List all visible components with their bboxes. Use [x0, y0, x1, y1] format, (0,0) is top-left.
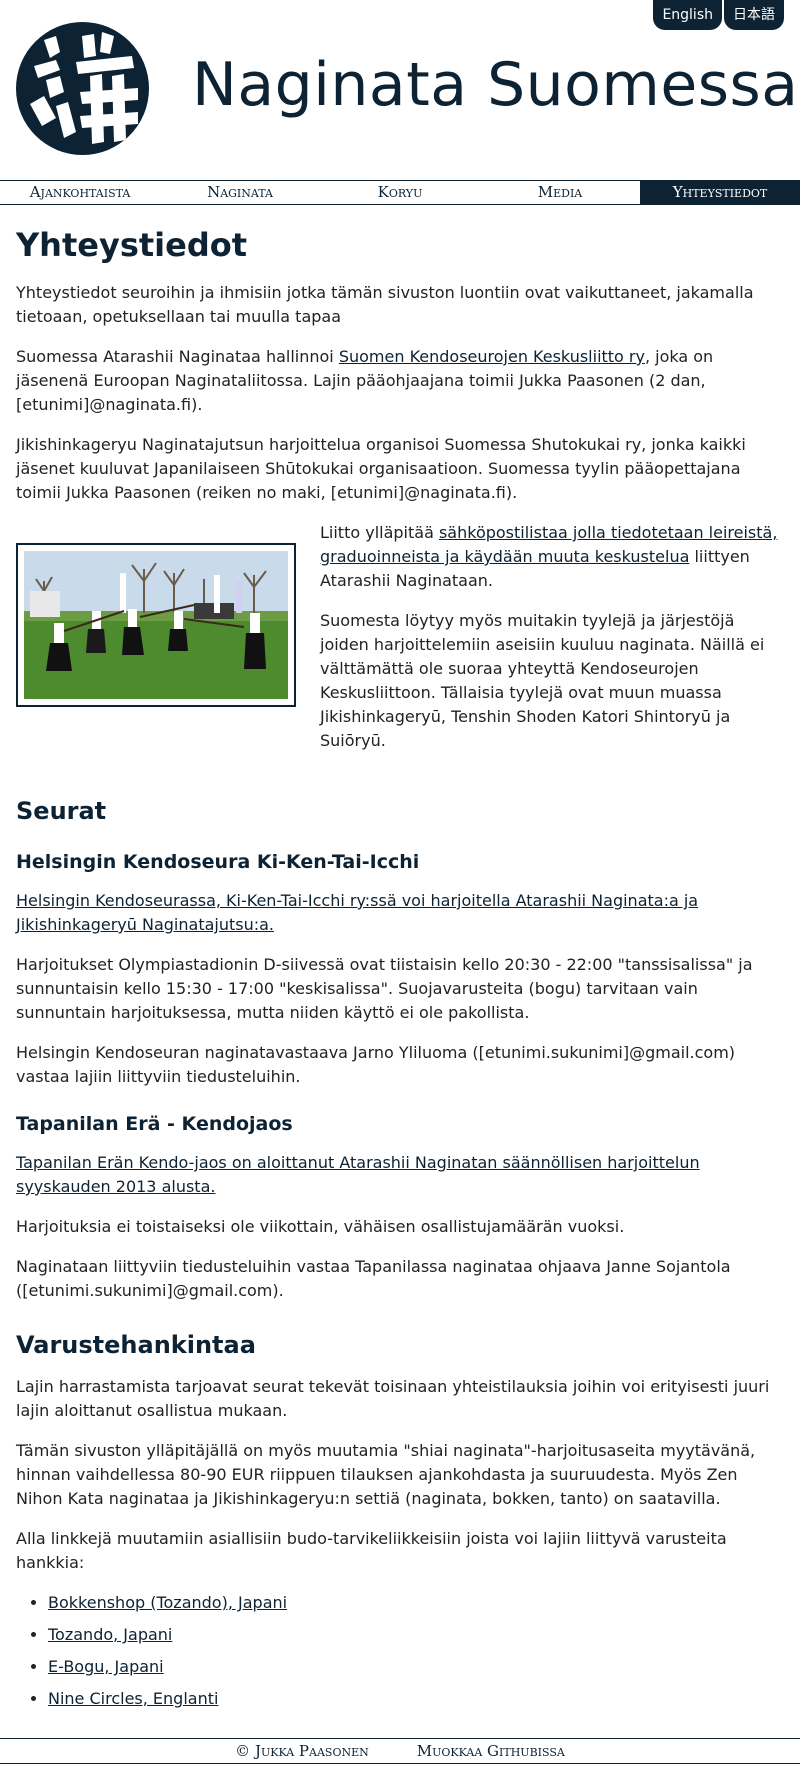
- main-navigation: Ajankohtaista Naginata Koryu Media Yhtey…: [0, 180, 800, 205]
- page-title: Yhteystiedot: [16, 226, 248, 264]
- tapanila-club-link-paragraph: Tapanilan Erän Kendo-jaos on aloittanut …: [16, 1151, 784, 1199]
- nav-item-media[interactable]: Media: [480, 181, 640, 204]
- equipment-paragraph-1: Lajin harrastamista tarjoavat seurat tek…: [16, 1377, 770, 1420]
- logo-glyph-icon: [30, 32, 138, 144]
- shutokukai-paragraph: Jikishinkageryu Naginatajutsun harjoitte…: [16, 435, 746, 502]
- photo-and-text-block: Liitto ylläpitää sähköpostilistaa jolla …: [16, 521, 784, 769]
- shop-link-tozando[interactable]: Tozando, Japani: [48, 1625, 172, 1644]
- helsinki-club-heading: Helsingin Kendoseura Ki-Ken-Tai-Icchi: [16, 851, 420, 873]
- site-footer: © Jukka Paasonen Muokkaa Githubissa: [0, 1738, 800, 1764]
- shop-link-nine-circles[interactable]: Nine Circles, Englanti: [48, 1689, 218, 1708]
- list-item: Nine Circles, Englanti: [48, 1687, 784, 1711]
- tapanila-club-heading: Tapanilan Erä - Kendojaos: [16, 1113, 293, 1135]
- intro-paragraph: Yhteystiedot seuroihin ja ihmisiin jotka…: [16, 283, 754, 326]
- tapanila-contact-paragraph: Naginataan liittyviin tiedusteluihin vas…: [16, 1257, 731, 1300]
- equipment-heading: Varustehankintaa: [16, 1331, 256, 1359]
- photo-side-text: Liitto ylläpitää sähköpostilistaa jolla …: [320, 521, 784, 769]
- equipment-paragraph-3: Alla linkkejä muutamiin asiallisiin budo…: [16, 1529, 727, 1572]
- helsinki-club-link-paragraph: Helsingin Kendoseurassa, Ki-Ken-Tai-Icch…: [16, 889, 784, 937]
- mailing-list-text-before: Liitto ylläpitää: [320, 523, 439, 542]
- other-styles-paragraph: Suomesta löytyy myös muitakin tyylejä ja…: [320, 611, 765, 750]
- main-content: Yhteystiedot Yhteystiedot seuroihin ja i…: [16, 205, 784, 1719]
- training-photo-image: [24, 551, 288, 699]
- tapanila-club-link[interactable]: Tapanilan Erän Kendo-jaos on aloittanut …: [16, 1153, 700, 1196]
- nav-item-koryu[interactable]: Koryu: [320, 181, 480, 204]
- copyright-text: © Jukka Paasonen: [235, 1742, 369, 1760]
- site-header: Naginata Suomessa: [16, 22, 800, 157]
- shop-link-list: Bokkenshop (Tozando), Japani Tozando, Ja…: [16, 1591, 784, 1711]
- helsinki-club-link[interactable]: Helsingin Kendoseurassa, Ki-Ken-Tai-Icch…: [16, 891, 698, 934]
- clubs-heading: Seurat: [16, 797, 107, 825]
- helsinki-contact-paragraph: Helsingin Kendoseuran naginatavastaava J…: [16, 1043, 736, 1086]
- tapanila-schedule-paragraph: Harjoituksia ei toistaiseksi ole viikott…: [16, 1217, 625, 1236]
- equipment-paragraph-2: Tämän sivuston ylläpitäjällä on myös muu…: [16, 1441, 756, 1508]
- list-item: Tozando, Japani: [48, 1623, 784, 1647]
- nav-item-naginata[interactable]: Naginata: [160, 181, 320, 204]
- nav-item-ajankohtaista[interactable]: Ajankohtaista: [0, 181, 160, 204]
- federation-paragraph: Suomessa Atarashii Naginataa hallinnoi S…: [16, 345, 784, 417]
- edit-on-github-link[interactable]: Muokkaa Githubissa: [417, 1739, 565, 1763]
- shop-link-ebogu[interactable]: E-Bogu, Japani: [48, 1657, 164, 1676]
- federation-link[interactable]: Suomen Kendoseurojen Keskusliitto ry: [339, 347, 645, 366]
- list-item: E-Bogu, Japani: [48, 1655, 784, 1679]
- federation-text-before: Suomessa Atarashii Naginataa hallinnoi: [16, 347, 339, 366]
- site-title[interactable]: Naginata Suomessa: [192, 50, 799, 120]
- training-photo-frame: [16, 543, 296, 707]
- shop-link-bokkenshop[interactable]: Bokkenshop (Tozando), Japani: [48, 1593, 287, 1612]
- mailing-list-paragraph: Liitto ylläpitää sähköpostilistaa jolla …: [320, 521, 784, 593]
- list-item: Bokkenshop (Tozando), Japani: [48, 1591, 784, 1615]
- naginata-kanji-logo-icon[interactable]: [16, 22, 149, 155]
- helsinki-schedule-paragraph: Harjoitukset Olympiastadionin D-siivessä…: [16, 955, 753, 1022]
- nav-item-yhteystiedot[interactable]: Yhteystiedot: [640, 181, 800, 204]
